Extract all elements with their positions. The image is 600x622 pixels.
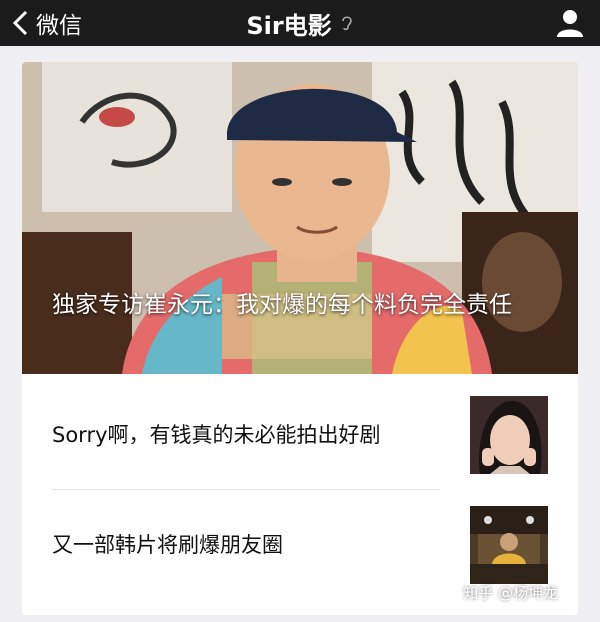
news-card: 独家专访崔永元：我对爆的每个料负完全责任 Sorry啊，有钱真的未必能拍出好剧 …: [22, 62, 578, 615]
article-thumbnail: [470, 506, 548, 584]
article-thumbnail: [470, 396, 548, 474]
page-title: Sir电影: [246, 11, 332, 40]
watermark: 知乎 @杨坤龙: [463, 584, 558, 602]
article-item[interactable]: Sorry啊，有钱真的未必能拍出好剧: [22, 380, 578, 488]
title-group: Sir电影: [0, 0, 600, 46]
ear-icon: [341, 16, 352, 31]
article-title: Sorry啊，有钱真的未必能拍出好剧: [52, 423, 381, 447]
hero-image: [22, 62, 578, 374]
hero-article[interactable]: 独家专访崔永元：我对爆的每个料负完全责任: [22, 62, 578, 374]
hero-headline: 独家专访崔永元：我对爆的每个料负完全责任: [52, 292, 512, 318]
top-bar: 微信 Sir电影: [0, 0, 600, 46]
profile-icon[interactable]: [556, 8, 584, 38]
article-title: 又一部韩片将刷爆朋友圈: [52, 533, 283, 557]
